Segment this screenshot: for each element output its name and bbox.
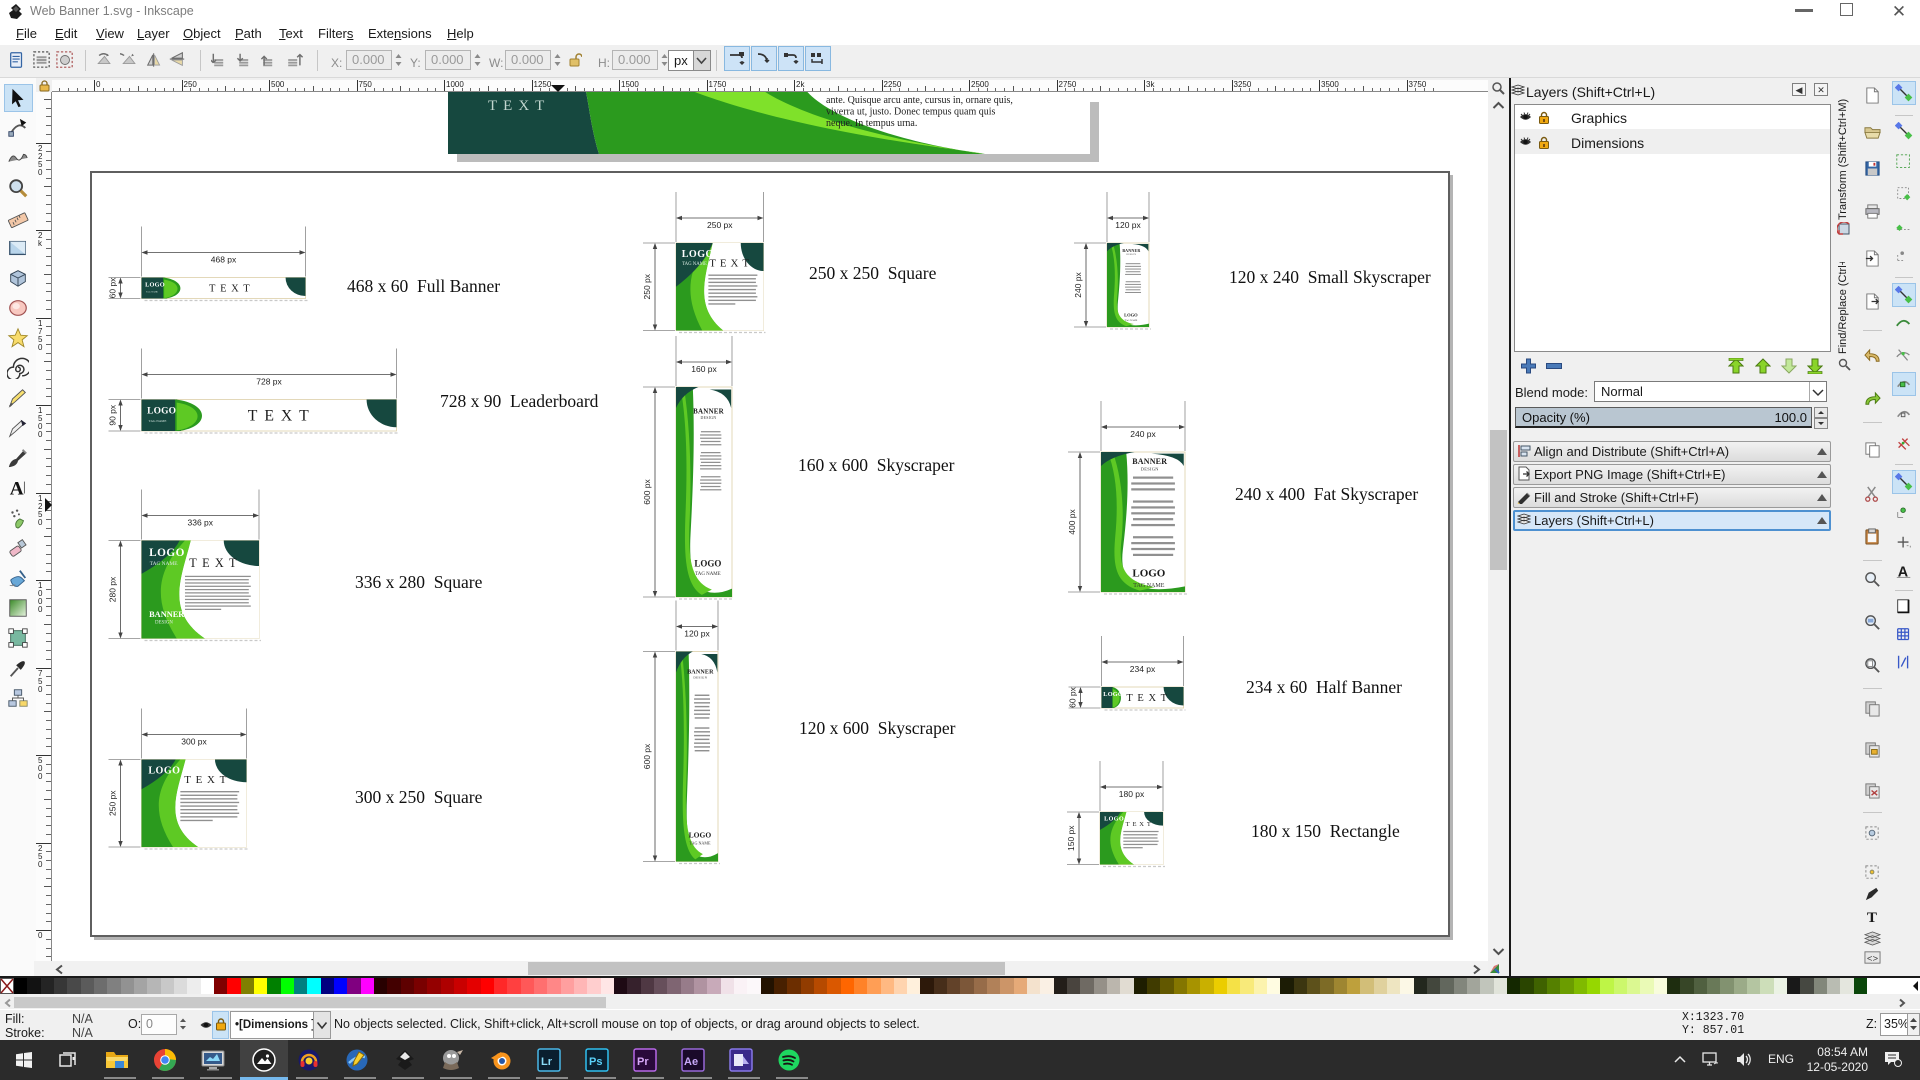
svg-text:neque. In tempus urna.: neque. In tempus urna. bbox=[826, 118, 917, 129]
svg-text:TEXT: TEXT bbox=[1126, 821, 1154, 828]
svg-text:TEXT: TEXT bbox=[184, 774, 231, 786]
svg-text:234 x 60 Half Banner: 234 x 60 Half Banner bbox=[1246, 677, 1402, 697]
svg-text:BANNER: BANNER bbox=[687, 670, 714, 676]
svg-text:600 px: 600 px bbox=[642, 743, 652, 769]
svg-text:240 x 400 Fat Skyscraper: 240 x 400 Fat Skyscraper bbox=[1235, 484, 1418, 504]
svg-text:A: A bbox=[1898, 565, 1909, 581]
svg-text:A: A bbox=[10, 478, 24, 499]
svg-text:TEXT: TEXT bbox=[1126, 693, 1171, 704]
svg-text:LOGO: LOGO bbox=[1124, 313, 1138, 318]
svg-text:150 px: 150 px bbox=[1066, 825, 1076, 851]
svg-text:TAG NAME: TAG NAME bbox=[682, 262, 707, 267]
svg-text:DESIGN: DESIGN bbox=[1126, 254, 1136, 256]
svg-text:336 x 280 Square: 336 x 280 Square bbox=[355, 572, 483, 592]
svg-text:468 px: 468 px bbox=[211, 255, 237, 265]
svg-text:Lr: Lr bbox=[541, 1056, 553, 1068]
svg-text:Pr: Pr bbox=[637, 1056, 649, 1068]
svg-text:BANNER: BANNER bbox=[693, 407, 725, 415]
svg-text:280 px: 280 px bbox=[108, 576, 118, 602]
svg-text:468 x 60 Full Banner: 468 x 60 Full Banner bbox=[347, 276, 500, 296]
svg-text:600 px: 600 px bbox=[642, 478, 652, 504]
svg-text:120 px: 120 px bbox=[684, 629, 710, 639]
svg-text:160 x 600 Skyscraper: 160 x 600 Skyscraper bbox=[798, 455, 955, 475]
svg-text:60 px: 60 px bbox=[1068, 686, 1078, 708]
svg-text:300 x 250 Square: 300 x 250 Square bbox=[355, 787, 483, 807]
svg-text:LOGO: LOGO bbox=[1103, 691, 1123, 698]
svg-text:TEXT: TEXT bbox=[248, 408, 316, 425]
svg-text:TAG NAME: TAG NAME bbox=[689, 840, 711, 845]
svg-text:336 px: 336 px bbox=[187, 518, 213, 528]
svg-text:DESIGN: DESIGN bbox=[155, 620, 173, 625]
svg-text:DESIGN: DESIGN bbox=[693, 676, 707, 680]
svg-text:180 x 150 Rectangle: 180 x 150 Rectangle bbox=[1251, 821, 1400, 841]
svg-text:160 px: 160 px bbox=[691, 364, 717, 374]
svg-text:728 x 90 Leaderboard: 728 x 90 Leaderboard bbox=[440, 391, 599, 411]
svg-text:Ps: Ps bbox=[589, 1056, 602, 1068]
svg-text:TAG NAME: TAG NAME bbox=[1125, 319, 1138, 322]
svg-text:180 px: 180 px bbox=[1119, 789, 1145, 799]
svg-text:250 px: 250 px bbox=[642, 273, 652, 299]
svg-text:240 px: 240 px bbox=[1073, 271, 1083, 297]
svg-text:TAG NAME: TAG NAME bbox=[150, 561, 179, 567]
svg-text:T: T bbox=[1867, 910, 1877, 925]
svg-text:TAG NAME: TAG NAME bbox=[149, 419, 167, 423]
svg-text:BANNER: BANNER bbox=[149, 610, 185, 619]
svg-text:250 x 250 Square: 250 x 250 Square bbox=[809, 263, 937, 283]
svg-text:120 x 600 Skyscraper: 120 x 600 Skyscraper bbox=[799, 718, 956, 738]
svg-text:LOGO: LOGO bbox=[148, 766, 180, 777]
svg-text:250 px: 250 px bbox=[707, 220, 733, 230]
svg-text:ante. Quisque arcu ante, cursu: ante. Quisque arcu ante, cursus in, orna… bbox=[826, 95, 1013, 106]
svg-text:120 px: 120 px bbox=[1115, 220, 1141, 230]
svg-text:LOGO: LOGO bbox=[689, 830, 712, 839]
svg-text:DESIGN: DESIGN bbox=[701, 416, 717, 420]
svg-text:250 px: 250 px bbox=[108, 790, 118, 816]
svg-text:728 px: 728 px bbox=[256, 377, 282, 387]
svg-text:TAG NAME: TAG NAME bbox=[1133, 583, 1165, 589]
svg-text:TEXT: TEXT bbox=[709, 258, 753, 270]
svg-text:BANNER: BANNER bbox=[1122, 248, 1140, 253]
svg-text:300 px: 300 px bbox=[181, 737, 207, 747]
svg-text:LOGO: LOGO bbox=[145, 282, 165, 289]
svg-text:LOGO: LOGO bbox=[149, 547, 185, 559]
svg-text:LOGO: LOGO bbox=[694, 559, 721, 569]
svg-text:TEXT: TEXT bbox=[209, 284, 254, 295]
svg-text:234 px: 234 px bbox=[1130, 664, 1156, 674]
svg-text:TEXT: TEXT bbox=[189, 556, 241, 570]
svg-text:Ae: Ae bbox=[684, 1056, 698, 1068]
svg-text:DESIGN: DESIGN bbox=[1141, 467, 1159, 472]
svg-text:60 px: 60 px bbox=[108, 277, 118, 299]
svg-text:TAG NAME: TAG NAME bbox=[695, 572, 721, 577]
svg-text:120 x 240 Small Skyscraper: 120 x 240 Small Skyscraper bbox=[1229, 267, 1431, 287]
svg-text:LOGO: LOGO bbox=[147, 406, 176, 416]
svg-text:240 px: 240 px bbox=[1130, 429, 1156, 439]
svg-text:BANNER: BANNER bbox=[1132, 457, 1167, 466]
svg-text:LOGO: LOGO bbox=[1132, 568, 1165, 580]
svg-text:400 px: 400 px bbox=[1067, 508, 1077, 534]
svg-text:viverra ut, justo. Donec tempu: viverra ut, justo. Donec tempus quam qui… bbox=[826, 107, 996, 118]
svg-text:TAG NAME: TAG NAME bbox=[146, 291, 158, 294]
svg-text:90 px: 90 px bbox=[108, 404, 118, 426]
svg-text:TEXT: TEXT bbox=[488, 98, 550, 114]
svg-text:LOGO: LOGO bbox=[1104, 816, 1124, 822]
svg-text:<>: <> bbox=[1867, 953, 1879, 964]
